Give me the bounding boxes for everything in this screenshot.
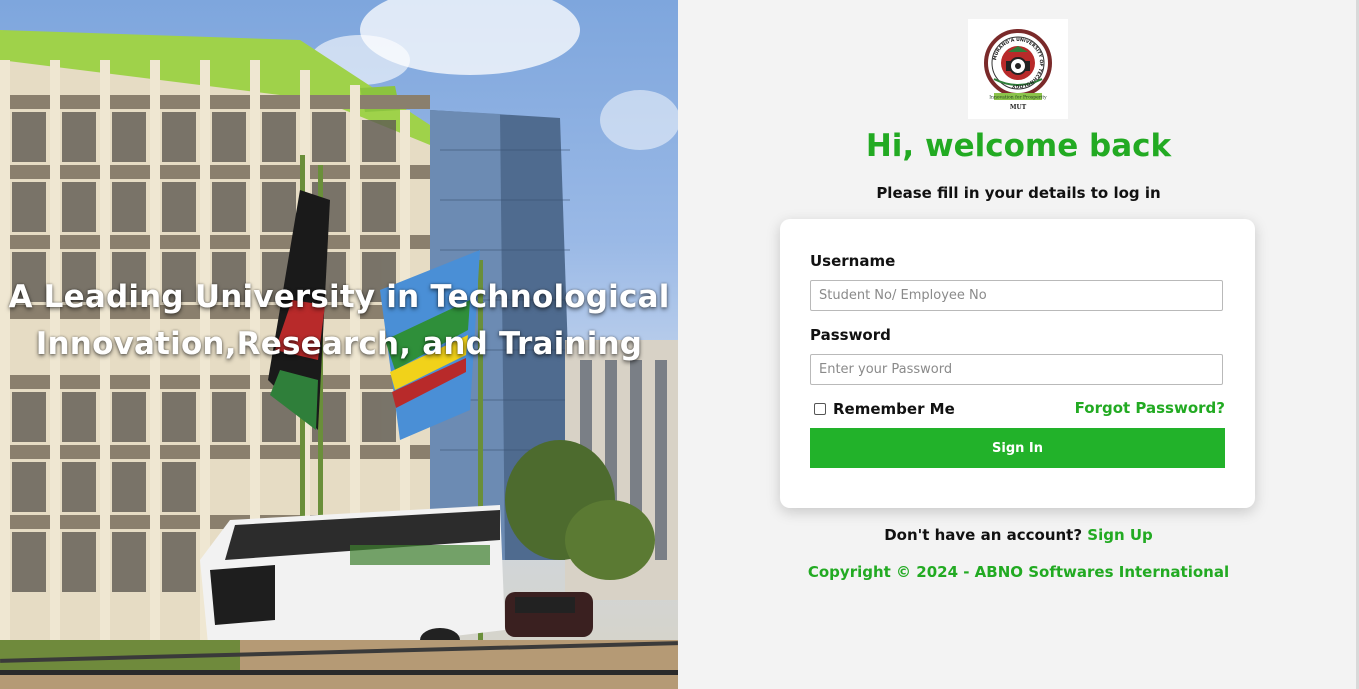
- hero-tagline-line-1: A Leading University in Technological: [8, 279, 670, 315]
- remember-me-checkbox[interactable]: [814, 403, 826, 415]
- hero-tagline: A Leading University in Technological In…: [0, 274, 678, 368]
- username-label: Username: [810, 252, 896, 270]
- password-input[interactable]: [810, 354, 1223, 385]
- username-input[interactable]: [810, 280, 1223, 311]
- hero-image-panel: A Leading University in Technological In…: [0, 0, 678, 689]
- svg-text:Innovation for Prosperity: Innovation for Prosperity: [989, 95, 1047, 101]
- signup-prompt-text: Don't have an account?: [884, 526, 1088, 544]
- password-label: Password: [810, 326, 891, 344]
- remember-me-row[interactable]: Remember Me: [814, 400, 955, 418]
- welcome-heading: Hi, welcome back: [865, 128, 1172, 164]
- university-crest-icon: Innovation for Prosperity MUT MURANG'A U…: [984, 29, 1052, 111]
- forgot-password-link[interactable]: Forgot Password?: [1075, 399, 1225, 417]
- login-form-card: Username Password Remember Me Forgot Pas…: [780, 219, 1255, 508]
- sign-in-button[interactable]: Sign In: [810, 428, 1225, 468]
- svg-text:MUT: MUT: [1010, 104, 1027, 111]
- copyright-text: Copyright © 2024 - ABNO Softwares Intern…: [807, 563, 1230, 581]
- hero-tagline-line-2: Innovation,Research, and Training: [35, 326, 643, 362]
- sign-up-link[interactable]: Sign Up: [1087, 526, 1153, 544]
- remember-me-label: Remember Me: [833, 400, 955, 418]
- signup-prompt: Don't have an account? Sign Up: [678, 526, 1359, 544]
- login-panel: Innovation for Prosperity MUT MURANG'A U…: [678, 0, 1359, 689]
- university-logo: Innovation for Prosperity MUT MURANG'A U…: [968, 19, 1068, 119]
- login-subtitle: Please fill in your details to log in: [876, 184, 1161, 202]
